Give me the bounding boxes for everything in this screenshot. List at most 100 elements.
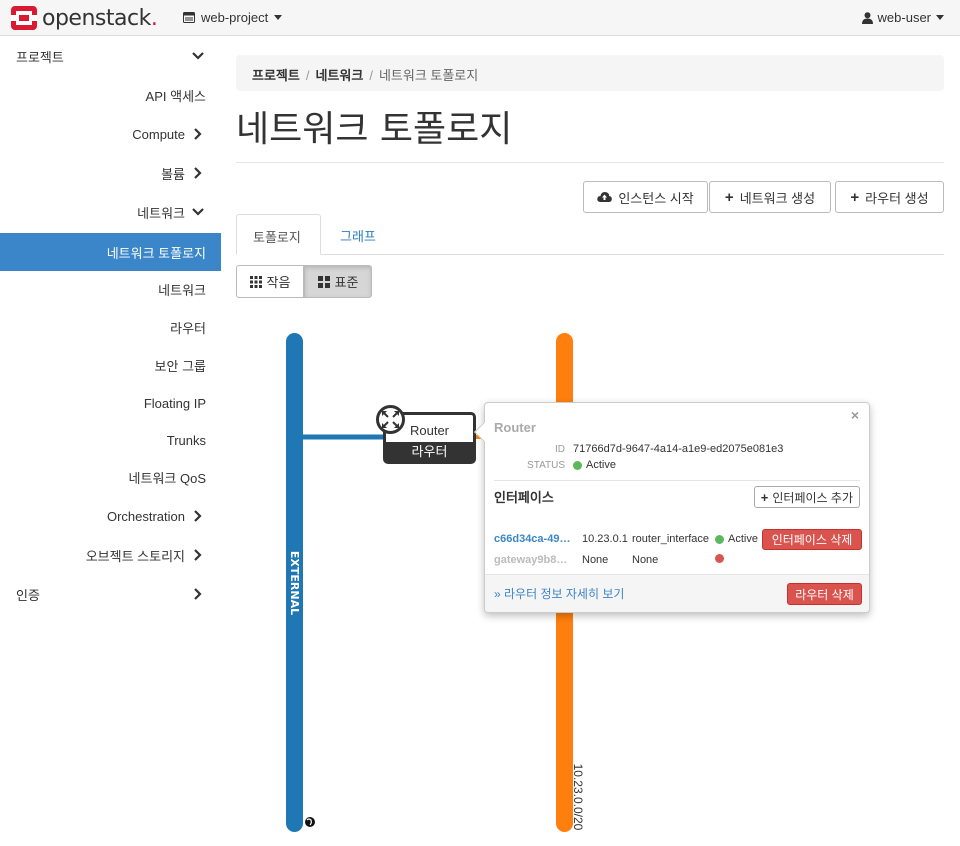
interface-name-link[interactable]: c66d34ca-49…	[494, 533, 570, 545]
sidebar-item-label: 볼륨	[161, 166, 185, 182]
sidebar-item-network-topology[interactable]: 네트워크 토폴로지	[0, 233, 221, 271]
user-name: web-user	[877, 10, 931, 25]
status-active-dot	[573, 460, 582, 470]
sidebar-item-label: 네트워크 QoS	[128, 470, 206, 486]
caret-down-icon	[936, 15, 944, 20]
launch-instance-button[interactable]: 인스턴스 시작	[583, 181, 708, 213]
popover-title: Router	[494, 420, 536, 435]
chevron-right-icon	[194, 549, 202, 561]
create-network-button[interactable]: + 네트워크 생성	[709, 181, 831, 213]
sidebar-item-label: Trunks	[166, 432, 206, 448]
router-icon	[376, 405, 405, 434]
sidebar-item-label: Orchestration	[106, 508, 185, 524]
title-divider	[236, 162, 944, 163]
chevron-down-icon	[192, 52, 204, 60]
interface-status-value: Active	[728, 533, 758, 545]
sidebar-item-compute[interactable]: Compute	[0, 115, 221, 153]
project-icon	[183, 12, 195, 23]
sidebar-item-routers[interactable]: 라우터	[0, 308, 221, 346]
cloud-upload-icon	[597, 192, 613, 202]
sidebar-item-object-storage[interactable]: 오브젝트 스토리지	[0, 536, 221, 574]
sidebar-item-network[interactable]: 네트워크	[0, 193, 221, 231]
breadcrumb: 프로젝트 / 네트워크 / 네트워크 토폴로지	[236, 55, 944, 91]
sidebar-item-label: API 액세스	[145, 88, 206, 104]
sidebar-item-label: 네트워크	[137, 205, 185, 221]
router-status-value: Active	[586, 459, 616, 471]
size-normal-label: 표준	[334, 275, 359, 290]
sidebar-item-floating-ip[interactable]: Floating IP	[0, 384, 221, 422]
chevron-right-icon	[194, 510, 202, 522]
project-name: web-project	[201, 10, 269, 25]
add-interface-label: 인터페이스 추가	[772, 490, 853, 505]
size-normal-button[interactable]: 표준	[304, 265, 372, 298]
sidebar-item-security-groups[interactable]: 보안 그룹	[0, 346, 221, 384]
delete-router-button[interactable]: 라우터 삭제	[787, 583, 862, 605]
project-switcher[interactable]: web-project	[183, 10, 283, 25]
sidebar-item-label: 네트워크 토폴로지	[106, 245, 206, 261]
openstack-logo[interactable]: openstack .	[10, 5, 158, 31]
sidebar-item-networks[interactable]: 네트워크	[0, 270, 221, 308]
logo-dot: .	[150, 5, 158, 31]
sidebar-item-identity[interactable]: 인증	[0, 575, 221, 613]
view-router-details-link[interactable]: » 라우터 정보 자세히 보기	[494, 585, 624, 602]
delete-interface-button[interactable]: 인터페이스 삭제	[762, 529, 862, 550]
popover-divider	[494, 480, 860, 481]
sidebar-item-label: 보안 그룹	[154, 358, 206, 374]
chevron-right-icon	[194, 588, 202, 600]
router-status-label: STATUS	[527, 460, 565, 471]
page-title: 네트워크 토폴로지	[236, 109, 513, 150]
breadcrumb-network[interactable]: 네트워크	[315, 68, 363, 83]
close-icon[interactable]: ×	[851, 407, 859, 423]
tab-topology[interactable]: 토폴로지	[236, 214, 321, 255]
router-id-value: 71766d7d-9647-4a14-a1e9-ed2075e081e3	[573, 443, 784, 455]
sidebar-item-label: 네트워크	[158, 282, 206, 298]
grid-large-icon	[317, 275, 330, 288]
interfaces-heading: 인터페이스	[494, 490, 554, 505]
sidebar-item-volumes[interactable]: 볼륨	[0, 154, 221, 192]
interface-ip: 10.23.0.1	[582, 533, 628, 545]
size-small-button[interactable]: 작음	[236, 265, 304, 298]
create-router-button[interactable]: + 라우터 생성	[835, 181, 944, 213]
breadcrumb-separator: /	[305, 68, 310, 83]
chevron-down-icon	[192, 208, 204, 216]
create-network-label: 네트워크 생성	[739, 190, 816, 206]
router-status: Active	[573, 459, 616, 471]
interface-type: None	[632, 554, 659, 566]
sidebar-item-network-qos[interactable]: 네트워크 QoS	[0, 458, 221, 496]
add-interface-button[interactable]: + 인터페이스 추가	[753, 486, 860, 508]
plus-icon: +	[760, 489, 769, 505]
router-id-label: ID	[555, 444, 565, 455]
internal-network-cidr: 10.23.0.0/20	[571, 764, 585, 831]
interface-status	[715, 554, 724, 566]
plus-icon: +	[724, 188, 734, 206]
breadcrumb-project[interactable]: 프로젝트	[252, 68, 300, 83]
sidebar-item-label: 라우터	[170, 320, 206, 336]
sidebar-item-trunks[interactable]: Trunks	[0, 421, 221, 459]
create-router-label: 라우터 생성	[865, 190, 929, 206]
chevron-right-icon	[194, 128, 202, 140]
popover-footer: » 라우터 정보 자세히 보기 라우터 삭제	[485, 574, 869, 612]
sidebar-item-api-access[interactable]: API 액세스	[0, 76, 221, 114]
openstack-logo-text: openstack	[42, 5, 151, 31]
sidebar-item-project[interactable]: 프로젝트	[0, 37, 221, 75]
user-icon	[861, 11, 873, 24]
sidebar-item-orchestration[interactable]: Orchestration	[0, 497, 221, 535]
sidebar-item-label: Floating IP	[143, 395, 206, 411]
breadcrumb-current: 네트워크 토폴로지	[378, 68, 479, 83]
user-menu[interactable]: web-user	[861, 10, 944, 25]
grid-small-icon	[249, 275, 262, 288]
router-node-type: 라우터	[386, 442, 473, 461]
chevron-right-icon	[194, 167, 202, 179]
globe-icon	[305, 817, 315, 827]
tab-graph[interactable]: 그래프	[324, 214, 392, 255]
interface-type: router_interface	[632, 533, 710, 545]
caret-down-icon	[274, 15, 283, 20]
plus-icon: +	[850, 188, 860, 206]
router-arrows-icon	[382, 411, 399, 428]
breadcrumb-separator: /	[369, 68, 373, 83]
launch-instance-label: 인스턴스 시작	[618, 190, 694, 206]
openstack-logo-icon	[11, 6, 37, 30]
sidebar: 프로젝트 API 액세스 Compute 볼륨 네트워크 네트워크 토폴로지 네…	[0, 37, 221, 846]
interface-status: Active	[715, 533, 758, 545]
sidebar-item-label: Compute	[132, 126, 185, 142]
